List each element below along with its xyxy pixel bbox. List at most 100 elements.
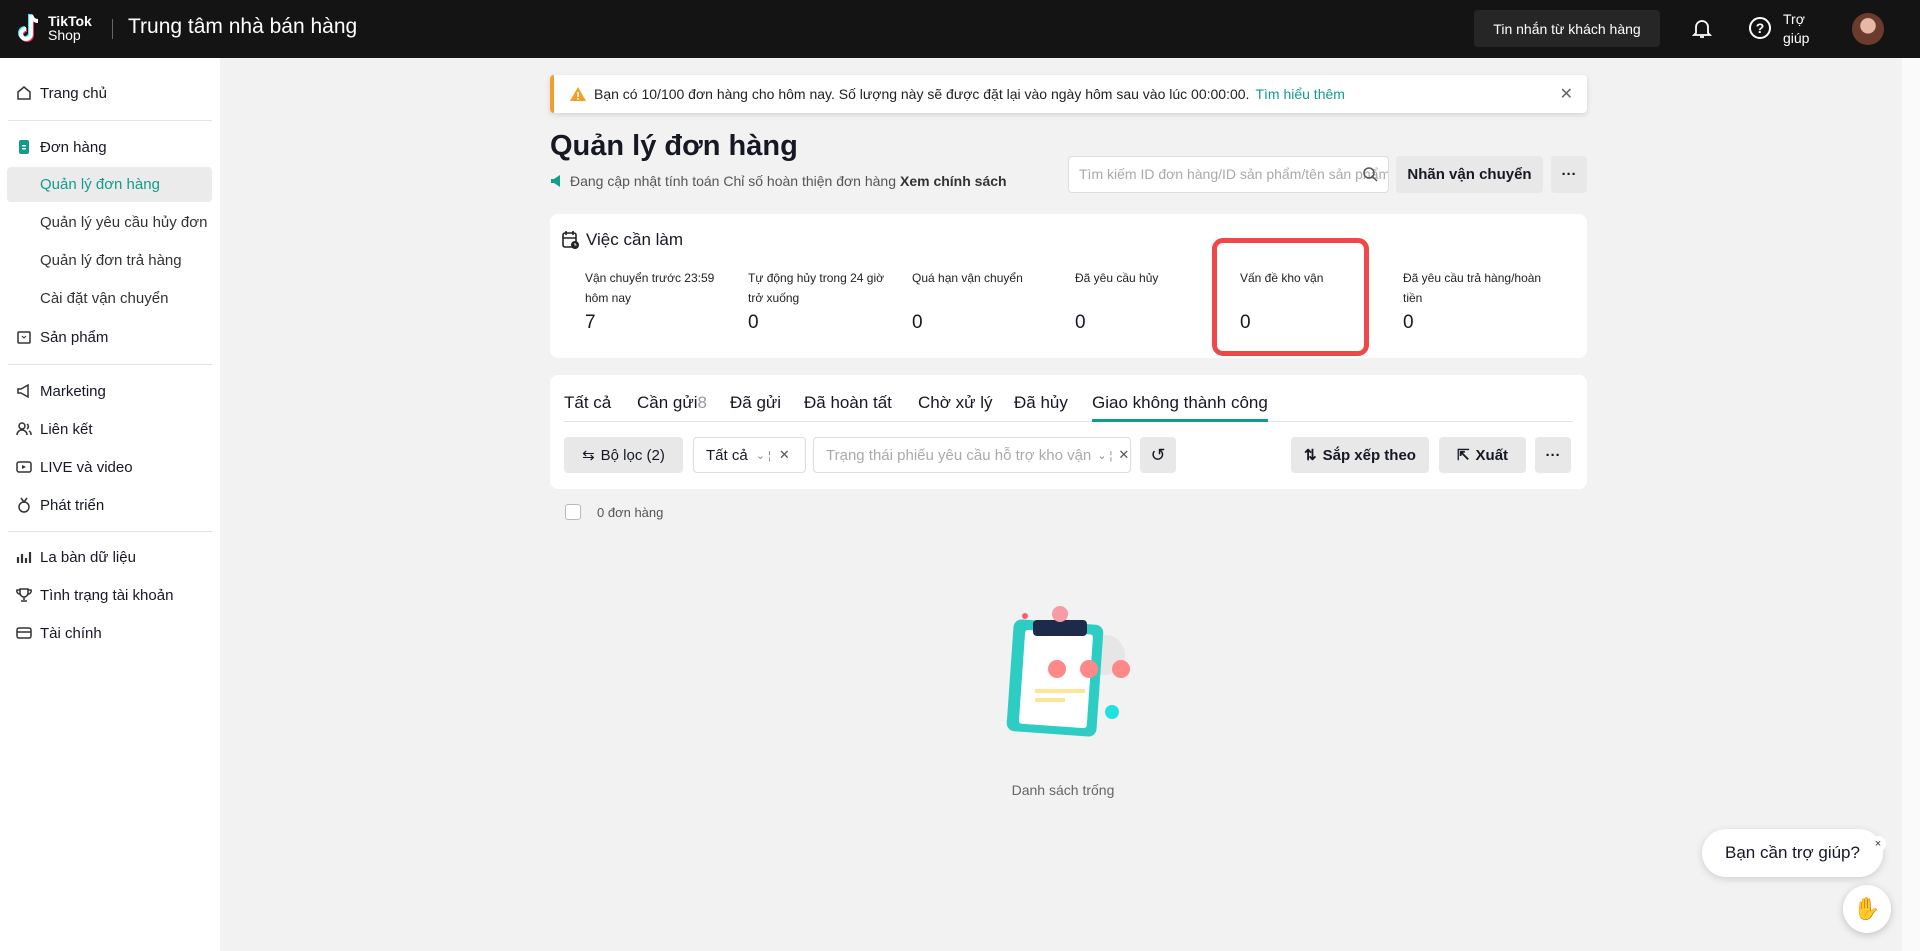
shipping-label-button[interactable]: Nhãn vận chuyển (1396, 156, 1543, 193)
hand-wave-icon: ✋ (1853, 896, 1881, 921)
clear-icon[interactable]: ✕ (779, 447, 790, 463)
users-icon (16, 422, 32, 436)
help-chat-button[interactable]: ✋ (1843, 885, 1891, 933)
todo-title: Việc cần làm (586, 230, 684, 249)
select-value: Tất cả (706, 446, 748, 464)
subtitle-text: Đang cập nhật tính toán Chỉ số hoàn thiệ… (570, 173, 896, 189)
tab-failed-delivery[interactable]: Giao không thành công (1092, 393, 1268, 413)
refresh-icon: ↺ (1150, 444, 1166, 465)
select-placeholder: Trạng thái phiếu yêu cầu hỗ trợ kho vận (826, 446, 1092, 464)
warning-icon (570, 87, 586, 101)
sidebar-label: LIVE và video (40, 458, 133, 476)
header-divider (112, 19, 113, 39)
close-icon[interactable]: ✕ (1560, 84, 1573, 104)
filter-count: (2) (646, 446, 665, 464)
sidebar-label: Liên kết (40, 420, 93, 438)
todo-card: Việc cần làm Vận chuyển trước 23:59 hôm … (550, 214, 1587, 358)
sidebar-label: Tình trạng tài khoản (40, 586, 174, 604)
sidebar-item-account-health[interactable]: Tình trạng tài khoản (16, 583, 173, 607)
search-icon[interactable] (1363, 167, 1378, 182)
tab-count: 8 (697, 393, 707, 412)
app-title: Trung tâm nhà bán hàng (128, 15, 358, 38)
sidebar-item-growth[interactable]: Phát triển (16, 493, 104, 517)
tab-to-ship[interactable]: Cần gửi8 (637, 393, 707, 413)
sidebar-label: Đơn hàng (40, 138, 107, 156)
chevron-down-icon: ⌄ ¦ (755, 449, 771, 462)
tabs-divider (564, 421, 1573, 422)
page-title: Quản lý đơn hàng (550, 130, 798, 162)
sidebar-item-live-video[interactable]: LIVE và video (16, 455, 133, 479)
top-header: TikTok Shop Trung tâm nhà bán hàng Tin n… (0, 0, 1920, 58)
user-avatar[interactable] (1852, 13, 1884, 45)
sidebar-item-returns[interactable]: Quản lý đơn trả hàng (40, 249, 182, 273)
bell-icon[interactable] (1690, 16, 1714, 40)
help-icon[interactable]: ? (1748, 16, 1772, 40)
tiktok-shop-logo[interactable]: TikTok Shop (16, 12, 92, 46)
sidebar-item-finance[interactable]: Tài chính (16, 621, 102, 645)
filter-icon: ⇆ (582, 447, 595, 464)
sidebar-item-data-compass[interactable]: La bàn dữ liệu (16, 545, 136, 569)
logo-text-1: TikTok (48, 13, 92, 29)
help-bubble[interactable]: Bạn cần trợ giúp? (1702, 829, 1883, 877)
task-label[interactable]: Tự động hủy trong 24 giờ trở xuống (748, 268, 898, 308)
empty-clipboard-illustration (1006, 606, 1130, 737)
tab-completed[interactable]: Đã hoàn tất (804, 393, 892, 413)
select-all-checkbox[interactable] (565, 504, 581, 520)
sidebar-label: Sản phẩm (40, 328, 109, 346)
sidebar-label: Tài chính (40, 624, 102, 642)
order-search-input[interactable]: Tìm kiếm ID đơn hàng/ID sản phẩm/tên sản… (1068, 156, 1389, 193)
more-options-button[interactable]: ··· (1551, 156, 1587, 193)
task-label[interactable]: Đã yêu cầu trả hàng/hoàn tiền (1403, 268, 1553, 308)
sidebar-item-marketing[interactable]: Marketing (16, 379, 106, 403)
logo-text-2: Shop (48, 27, 81, 43)
empty-state-text: Danh sách trống (1011, 782, 1115, 798)
clear-icon[interactable]: ✕ (1118, 447, 1129, 463)
task-label[interactable]: Vận chuyển trước 23:59 hôm nay (585, 268, 735, 308)
filter-label: Bộ lọc (600, 446, 643, 464)
view-policy-link[interactable]: Xem chính sách (900, 173, 1007, 189)
export-label: Xuất (1475, 446, 1509, 464)
active-tab-indicator (1092, 419, 1268, 422)
task-value[interactable]: 0 (1403, 312, 1414, 334)
task-label[interactable]: Quá hạn vận chuyển (912, 268, 1062, 288)
sidebar-divider (8, 531, 212, 532)
learn-more-link[interactable]: Tìm hiểu thêm (1255, 86, 1344, 102)
reset-button[interactable]: ↺ (1140, 437, 1176, 473)
svg-text:?: ? (1756, 20, 1765, 36)
logistics-status-select[interactable]: Trạng thái phiếu yêu cầu hỗ trợ kho vận … (813, 437, 1131, 473)
customer-messages-button[interactable]: Tin nhắn từ khách hàng (1474, 10, 1660, 47)
tab-shipped[interactable]: Đã gửi (730, 393, 781, 413)
chevron-down-icon: ⌄ ¦ (1097, 449, 1113, 462)
tab-pending[interactable]: Chờ xử lý (918, 393, 992, 413)
sidebar-item-orders[interactable]: Đơn hàng (16, 135, 107, 159)
task-value[interactable]: 0 (1075, 312, 1086, 334)
tab-all[interactable]: Tất cả (564, 393, 611, 413)
sidebar-item-shipping-settings[interactable]: Cài đặt vận chuyển (40, 287, 168, 311)
filters-more-button[interactable]: ··· (1535, 437, 1571, 473)
sidebar-item-home[interactable]: Trang chủ (16, 81, 107, 105)
page-scrollbar[interactable] (1902, 58, 1920, 951)
help-label[interactable]: Trợ giúp (1783, 10, 1823, 48)
megaphone-icon (551, 175, 560, 187)
order-limit-notice: Bạn có 10/100 đơn hàng cho hôm nay. Số l… (550, 75, 1587, 113)
megaphone-icon (17, 383, 29, 399)
export-button[interactable]: ⇱ Xuất (1439, 437, 1526, 473)
sidebar-item-order-management[interactable]: Quản lý đơn hàng (40, 173, 160, 197)
home-icon (17, 86, 31, 100)
sidebar-item-cancellations[interactable]: Quản lý yêu cầu hủy đơn (40, 211, 207, 235)
tab-label: Cần gửi (637, 393, 698, 412)
task-value[interactable]: 0 (748, 312, 759, 334)
task-label[interactable]: Đã yêu cầu hủy (1075, 268, 1225, 288)
filter-button[interactable]: ⇆ Bộ lọc (2) (564, 437, 683, 473)
orders-icon (19, 140, 29, 154)
task-value[interactable]: 0 (912, 312, 923, 334)
product-box-icon (17, 331, 31, 344)
sidebar-item-affiliate[interactable]: Liên kết (16, 417, 93, 441)
task-value[interactable]: 7 (585, 312, 596, 334)
bar-chart-icon (16, 552, 32, 563)
close-help-bubble-icon[interactable]: × (1870, 836, 1886, 852)
all-select[interactable]: Tất cả ⌄ ¦ ✕ (693, 437, 806, 473)
sort-button[interactable]: ⇅ Sắp xếp theo (1291, 437, 1429, 473)
tab-cancelled[interactable]: Đã hủy (1014, 393, 1068, 413)
sidebar-item-products[interactable]: Sản phẩm (16, 325, 108, 349)
